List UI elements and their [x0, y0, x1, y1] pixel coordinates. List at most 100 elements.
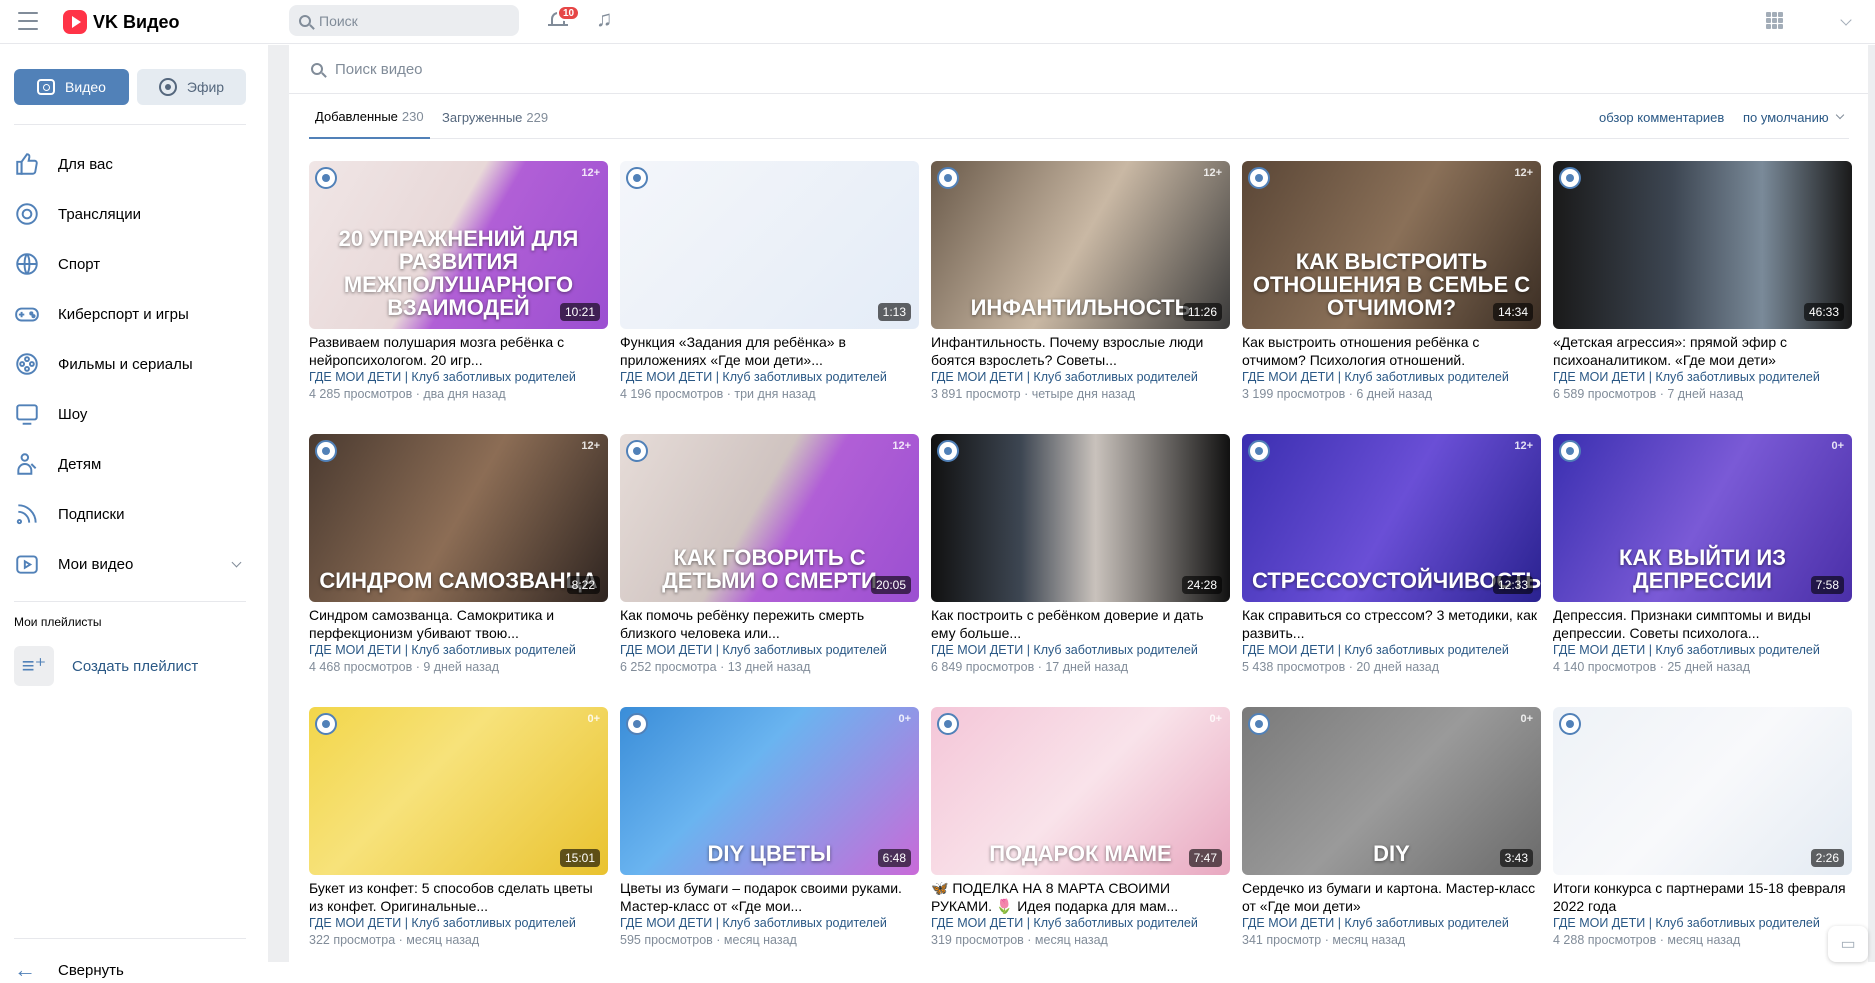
- video-card[interactable]: 12+ 20 УПРАЖНЕНИЙ ДЛЯ РАЗВИТИЯ МЕЖПОЛУША…: [309, 161, 608, 416]
- create-playlist-button[interactable]: ≡⁺ Создать плейлист: [14, 646, 198, 686]
- sidebar-item-for-you[interactable]: Для вас: [0, 139, 268, 189]
- video-title[interactable]: Как справиться со стрессом? 3 методики, …: [1242, 606, 1541, 642]
- video-card[interactable]: 46:33 «Детская агрессия»: прямой эфир с …: [1553, 161, 1852, 416]
- channel-link[interactable]: ГДЕ МОИ ДЕТИ | Клуб заботливых родителей: [1242, 642, 1541, 659]
- channel-link[interactable]: ГДЕ МОИ ДЕТИ | Клуб заботливых родителей: [1553, 369, 1852, 386]
- video-title[interactable]: Функция «Задания для ребёнка» в приложен…: [620, 333, 919, 369]
- vk-video-logo[interactable]: VK Видео: [63, 10, 180, 34]
- tab-added[interactable]: Добавленные 230: [309, 95, 430, 139]
- video-card[interactable]: 12+ КАК ВЫСТРОИТЬ ОТНОШЕНИЯ В СЕМЬЕ С ОТ…: [1242, 161, 1541, 416]
- video-card[interactable]: 0+ DIY ЦВЕТЫ 6:48 Цветы из бумаги – пода…: [620, 707, 919, 962]
- channel-link[interactable]: ГДЕ МОИ ДЕТИ | Клуб заботливых родителей: [931, 915, 1230, 932]
- channel-link[interactable]: ГДЕ МОИ ДЕТИ | Клуб заботливых родителей: [309, 369, 608, 386]
- apps-grid-icon[interactable]: [1766, 12, 1783, 29]
- video-duration: 20:05: [870, 576, 911, 594]
- subscriptions-icon: [14, 501, 40, 527]
- app-name: VK Видео: [93, 11, 180, 32]
- collapse-button[interactable]: ← Свернуть: [14, 957, 124, 983]
- video-meta: 4 196 просмотров · три дня назад: [620, 386, 919, 403]
- video-thumbnail[interactable]: 12+ СИНДРОМ САМОЗВАНЦА 8:22: [309, 434, 608, 602]
- video-thumbnail[interactable]: 12+ 20 УПРАЖНЕНИЙ ДЛЯ РАЗВИТИЯ МЕЖПОЛУША…: [309, 161, 608, 329]
- thumbnail-caption: ПОДАРОК МАМЕ: [989, 840, 1172, 866]
- global-search-input[interactable]: Поиск: [289, 5, 519, 36]
- video-card[interactable]: 12+ СТРЕССОУСТОЙЧИВОСТЬ 12:33 Как справи…: [1242, 434, 1541, 689]
- sidebar-item-shows[interactable]: Шоу: [0, 389, 268, 439]
- video-card[interactable]: 0+ КАК ВЫЙТИ ИЗ ДЕПРЕССИИ 7:58 Депрессия…: [1553, 434, 1852, 689]
- video-thumbnail[interactable]: 0+ DIY 3:43: [1242, 707, 1541, 875]
- channel-link[interactable]: ГДЕ МОИ ДЕТИ | Клуб заботливых родителей: [931, 369, 1230, 386]
- video-thumbnail[interactable]: 2:26: [1553, 707, 1852, 875]
- video-card[interactable]: 0+ DIY 3:43 Сердечко из бумаги и картона…: [1242, 707, 1541, 962]
- channel-link[interactable]: ГДЕ МОИ ДЕТИ | Клуб заботливых родителей: [620, 915, 919, 932]
- menu-icon[interactable]: [18, 12, 38, 30]
- sidebar-item-broadcasts[interactable]: Трансляции: [0, 189, 268, 239]
- video-date: 6 дней назад: [1356, 387, 1433, 401]
- video-title[interactable]: Как выстроить отношения ребёнка с отчимо…: [1242, 333, 1541, 369]
- tab-uploaded[interactable]: Загруженные 229: [442, 95, 548, 139]
- video-card[interactable]: 12+ ИНФАНТИЛЬНОСТЬ 11:26 Инфантильность.…: [931, 161, 1230, 416]
- video-thumbnail[interactable]: 12+ КАК ВЫСТРОИТЬ ОТНОШЕНИЯ В СЕМЬЕ С ОТ…: [1242, 161, 1541, 329]
- video-thumbnail[interactable]: 1:13: [620, 161, 919, 329]
- video-card[interactable]: 0+ ПОДАРОК МАМЕ 7:47 🦋 ПОДЕЛКА НА 8 МАРТ…: [931, 707, 1230, 962]
- video-thumbnail[interactable]: 0+ DIY ЦВЕТЫ 6:48: [620, 707, 919, 875]
- video-grid: 12+ 20 УПРАЖНЕНИЙ ДЛЯ РАЗВИТИЯ МЕЖПОЛУША…: [309, 161, 1869, 962]
- sidebar-item-kids[interactable]: Детям: [0, 439, 268, 489]
- video-thumbnail[interactable]: 46:33: [1553, 161, 1852, 329]
- video-title[interactable]: Синдром самозванца. Самокритика и перфек…: [309, 606, 608, 642]
- video-title[interactable]: Депрессия. Признаки симптомы и виды депр…: [1553, 606, 1852, 642]
- video-thumbnail[interactable]: 0+ ПОДАРОК МАМЕ 7:47: [931, 707, 1230, 875]
- channel-link[interactable]: ГДЕ МОИ ДЕТИ | Клуб заботливых родителей: [1242, 369, 1541, 386]
- video-title[interactable]: Цветы из бумаги – подарок своими руками.…: [620, 879, 919, 915]
- video-title[interactable]: Как построить с ребёнком доверие и дать …: [931, 606, 1230, 642]
- video-views: 4 285 просмотров: [309, 387, 413, 401]
- video-title[interactable]: Букет из конфет: 5 способов сделать цвет…: [309, 879, 608, 915]
- video-title[interactable]: «Детская агрессия»: прямой эфир с психоа…: [1553, 333, 1852, 369]
- video-views: 6 252 просмотра: [620, 660, 717, 674]
- video-thumbnail[interactable]: 12+ ИНФАНТИЛЬНОСТЬ 11:26: [931, 161, 1230, 329]
- channel-link[interactable]: ГДЕ МОИ ДЕТИ | Клуб заботливых родителей: [1553, 915, 1852, 932]
- video-thumbnail[interactable]: 12+ КАК ГОВОРИТЬ С ДЕТЬМИ О СМЕРТИ 20:05: [620, 434, 919, 602]
- video-card[interactable]: 1:13 Функция «Задания для ребёнка» в при…: [620, 161, 919, 416]
- video-card[interactable]: 0+ 15:01 Букет из конфет: 5 способов сде…: [309, 707, 608, 962]
- channel-link[interactable]: ГДЕ МОИ ДЕТИ | Клуб заботливых родителей: [309, 915, 608, 932]
- video-views: 4 468 просмотров: [309, 660, 413, 674]
- video-card[interactable]: 2:26 Итоги конкурса с партнерами 15-18 ф…: [1553, 707, 1852, 962]
- sort-label: по умолчанию: [1743, 109, 1829, 125]
- video-thumbnail[interactable]: 12+ СТРЕССОУСТОЙЧИВОСТЬ 12:33: [1242, 434, 1541, 602]
- video-button[interactable]: Видео: [14, 69, 129, 105]
- chevron-down-icon[interactable]: [231, 557, 242, 568]
- video-title[interactable]: Сердечко из бумаги и картона. Мастер-кла…: [1242, 879, 1541, 915]
- chat-button[interactable]: ▭: [1828, 926, 1868, 962]
- video-views: 6 589 просмотров: [1553, 387, 1657, 401]
- review-comments-link[interactable]: обзор комментариев: [1599, 95, 1724, 139]
- chevron-down-icon[interactable]: [1840, 14, 1852, 26]
- sort-dropdown[interactable]: по умолчанию: [1743, 95, 1844, 139]
- sidebar-item-subscriptions[interactable]: Подписки: [0, 489, 268, 539]
- video-thumbnail[interactable]: 24:28: [931, 434, 1230, 602]
- video-thumbnail[interactable]: 0+ 15:01: [309, 707, 608, 875]
- video-title[interactable]: Инфантильность. Почему взрослые люди боя…: [931, 333, 1230, 369]
- channel-link[interactable]: ГДЕ МОИ ДЕТИ | Клуб заботливых родителей: [1242, 915, 1541, 932]
- video-title[interactable]: Итоги конкурса с партнерами 15-18 феврал…: [1553, 879, 1852, 915]
- video-card[interactable]: 24:28 Как построить с ребёнком доверие и…: [931, 434, 1230, 689]
- channel-link[interactable]: ГДЕ МОИ ДЕТИ | Клуб заботливых родителей: [309, 642, 608, 659]
- music-note-icon[interactable]: ♫: [596, 8, 618, 30]
- sidebar-item-my-videos[interactable]: Мои видео: [0, 539, 268, 589]
- video-duration: 6:48: [877, 849, 911, 867]
- live-button[interactable]: Эфир: [137, 69, 246, 105]
- channel-link[interactable]: ГДЕ МОИ ДЕТИ | Клуб заботливых родителей: [620, 369, 919, 386]
- video-title[interactable]: 🦋 ПОДЕЛКА НА 8 МАРТА СВОИМИ РУКАМИ. 🌷 Ид…: [931, 879, 1230, 915]
- channel-link[interactable]: ГДЕ МОИ ДЕТИ | Клуб заботливых родителей: [931, 642, 1230, 659]
- channel-link[interactable]: ГДЕ МОИ ДЕТИ | Клуб заботливых родителей: [620, 642, 919, 659]
- meta-separator: ·: [716, 933, 724, 947]
- video-title[interactable]: Как помочь ребёнку пережить смерть близк…: [620, 606, 919, 642]
- video-title[interactable]: Развиваем полушария мозга ребёнка с нейр…: [309, 333, 608, 369]
- video-search-input[interactable]: Поиск видео: [289, 45, 1868, 94]
- video-thumbnail[interactable]: 0+ КАК ВЫЙТИ ИЗ ДЕПРЕССИИ 7:58: [1553, 434, 1852, 602]
- sidebar-item-movies[interactable]: Фильмы и сериалы: [0, 339, 268, 389]
- sidebar-item-sport[interactable]: Спорт: [0, 239, 268, 289]
- sidebar-item-esports[interactable]: Киберспорт и игры: [0, 289, 268, 339]
- video-card[interactable]: 12+ КАК ГОВОРИТЬ С ДЕТЬМИ О СМЕРТИ 20:05…: [620, 434, 919, 689]
- channel-link[interactable]: ГДЕ МОИ ДЕТИ | Клуб заботливых родителей: [1553, 642, 1852, 659]
- video-card[interactable]: 12+ СИНДРОМ САМОЗВАНЦА 8:22 Синдром само…: [309, 434, 608, 689]
